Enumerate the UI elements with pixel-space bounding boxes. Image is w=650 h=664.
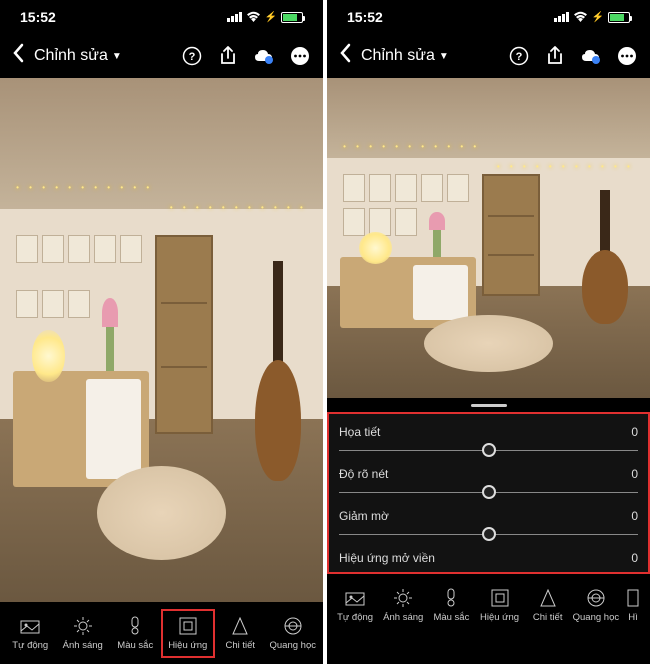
toolbar: Tự động Ánh sáng Màu sắc Hiệu ứng Chi ti… bbox=[0, 602, 323, 664]
wifi-icon bbox=[246, 10, 261, 25]
help-icon[interactable]: ? bbox=[181, 45, 203, 67]
tool-effects[interactable]: Hiệu ứng bbox=[475, 582, 523, 629]
phone-right: 15:52 ⚡ Chỉnh sửa ▼ ? bbox=[327, 0, 650, 664]
battery-icon bbox=[281, 12, 303, 23]
wifi-icon bbox=[573, 10, 588, 25]
optics-icon bbox=[586, 588, 606, 608]
photo-canvas[interactable] bbox=[0, 78, 323, 602]
slider-label: Độ rõ nét bbox=[339, 467, 388, 481]
cloud-icon[interactable] bbox=[253, 45, 275, 67]
light-icon bbox=[393, 588, 413, 608]
svg-text:?: ? bbox=[516, 51, 523, 63]
tool-optics[interactable]: Quang học bbox=[572, 582, 620, 629]
tool-overflow[interactable]: Hì bbox=[620, 582, 646, 629]
slider-handle[interactable] bbox=[482, 443, 496, 457]
status-time: 15:52 bbox=[20, 9, 56, 25]
photo-canvas[interactable] bbox=[327, 78, 650, 398]
signal-icon bbox=[227, 12, 242, 22]
slider-track[interactable] bbox=[339, 443, 638, 457]
svg-text:?: ? bbox=[189, 51, 196, 63]
title-dropdown[interactable]: Chỉnh sửa ▼ bbox=[361, 47, 498, 65]
header: Chỉnh sửa ▼ ? bbox=[0, 34, 323, 78]
slider-track[interactable] bbox=[339, 485, 638, 499]
title-text: Chỉnh sửa bbox=[361, 47, 435, 65]
charging-icon: ⚡ bbox=[265, 12, 277, 23]
tool-auto[interactable]: Tự động bbox=[331, 582, 379, 629]
slider-texture: Họa tiết 0 bbox=[339, 420, 638, 462]
side-by-side-container: 15:52 ⚡ Chỉnh sửa ▼ ? bbox=[0, 0, 650, 664]
back-button[interactable] bbox=[339, 43, 351, 69]
share-icon[interactable] bbox=[217, 45, 239, 67]
panel-drag-handle[interactable] bbox=[327, 398, 650, 412]
slider-clarity: Độ rõ nét 0 bbox=[339, 462, 638, 504]
slider-track[interactable] bbox=[339, 527, 638, 541]
effects-icon bbox=[490, 588, 510, 608]
slider-value: 0 bbox=[631, 467, 638, 481]
status-right: ⚡ bbox=[554, 10, 630, 25]
color-icon bbox=[125, 616, 145, 636]
header-actions: ? bbox=[508, 45, 638, 67]
toolbar: Tự động Ánh sáng Màu sắc Hiệu ứng Chi ti… bbox=[327, 574, 650, 636]
phone-left: 15:52 ⚡ Chỉnh sửa ▼ ? bbox=[0, 0, 323, 664]
tool-effects[interactable]: Hiệu ứng bbox=[162, 610, 215, 657]
slider-label: Giảm mờ bbox=[339, 509, 389, 523]
tool-color[interactable]: Màu sắc bbox=[109, 610, 162, 657]
more-icon[interactable] bbox=[289, 45, 311, 67]
cloud-icon[interactable] bbox=[580, 45, 602, 67]
status-right: ⚡ bbox=[227, 10, 303, 25]
slider-label: Hiệu ứng mở viền bbox=[339, 551, 435, 565]
back-button[interactable] bbox=[12, 43, 24, 69]
tool-color[interactable]: Màu sắc bbox=[427, 582, 475, 629]
effects-icon bbox=[178, 616, 198, 636]
tool-optics[interactable]: Quang học bbox=[267, 610, 320, 657]
chevron-down-icon: ▼ bbox=[439, 51, 449, 62]
light-icon bbox=[73, 616, 93, 636]
auto-icon bbox=[345, 588, 365, 608]
overflow-icon bbox=[623, 588, 643, 608]
charging-icon: ⚡ bbox=[592, 12, 604, 23]
battery-icon bbox=[608, 12, 630, 23]
share-icon[interactable] bbox=[544, 45, 566, 67]
tool-light[interactable]: Ánh sáng bbox=[379, 582, 427, 629]
chevron-down-icon: ▼ bbox=[112, 51, 122, 62]
auto-icon bbox=[20, 616, 40, 636]
slider-value: 0 bbox=[631, 425, 638, 439]
detail-icon bbox=[230, 616, 250, 636]
tool-auto[interactable]: Tự động bbox=[4, 610, 57, 657]
slider-label: Họa tiết bbox=[339, 425, 380, 439]
tool-light[interactable]: Ánh sáng bbox=[57, 610, 110, 657]
status-bar: 15:52 ⚡ bbox=[327, 0, 650, 34]
signal-icon bbox=[554, 12, 569, 22]
header: Chỉnh sửa ▼ ? bbox=[327, 34, 650, 78]
optics-icon bbox=[283, 616, 303, 636]
color-icon bbox=[441, 588, 461, 608]
slider-value: 0 bbox=[631, 509, 638, 523]
more-icon[interactable] bbox=[616, 45, 638, 67]
detail-icon bbox=[538, 588, 558, 608]
title-text: Chỉnh sửa bbox=[34, 47, 108, 65]
tool-detail[interactable]: Chi tiết bbox=[214, 610, 267, 657]
effects-panel: Họa tiết 0 Độ rõ nét 0 Giảm mờ 0 bbox=[327, 412, 650, 574]
tool-detail[interactable]: Chi tiết bbox=[524, 582, 572, 629]
help-icon[interactable]: ? bbox=[508, 45, 530, 67]
slider-vignette: Hiệu ứng mở viền 0 bbox=[339, 546, 638, 570]
header-actions: ? bbox=[181, 45, 311, 67]
slider-handle[interactable] bbox=[482, 485, 496, 499]
slider-handle[interactable] bbox=[482, 527, 496, 541]
title-dropdown[interactable]: Chỉnh sửa ▼ bbox=[34, 47, 171, 65]
status-time: 15:52 bbox=[347, 9, 383, 25]
slider-value: 0 bbox=[631, 551, 638, 565]
status-bar: 15:52 ⚡ bbox=[0, 0, 323, 34]
slider-dehaze: Giảm mờ 0 bbox=[339, 504, 638, 546]
